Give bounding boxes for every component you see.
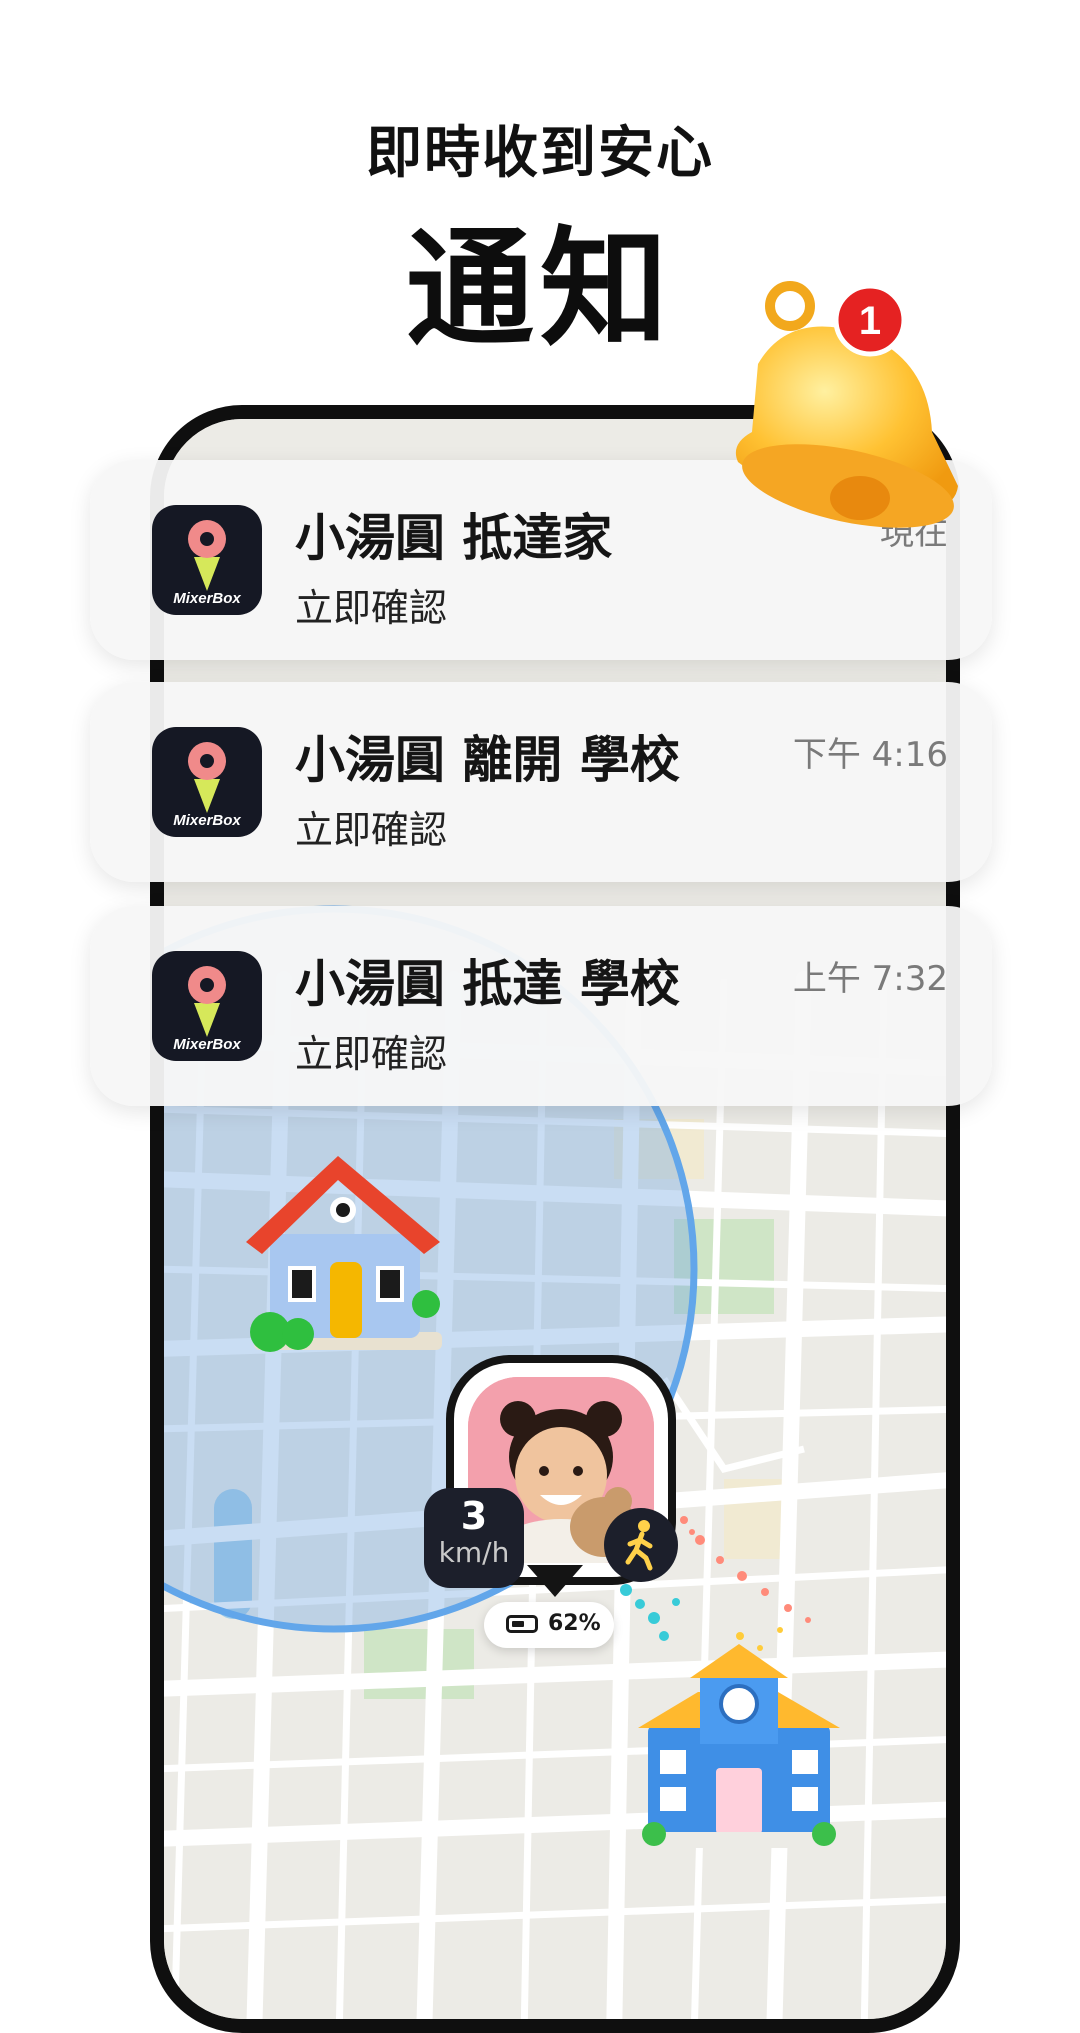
notification-subtitle: 立即確認 [295,1032,448,1076]
notification-card[interactable]: MixerBox 小湯圓 離開 學校 立即確認 下午 4:16 [90,682,992,882]
speed-value: 3 [460,1494,488,1538]
app-icon: MixerBox [152,727,262,837]
battery-badge: 62% [484,1602,614,1648]
battery-icon [506,1615,538,1633]
speed-unit: km/h [438,1536,510,1569]
notification-title: 小湯圓 抵達 學校 [295,955,680,1013]
notification-subtitle: 立即確認 [295,586,448,630]
battery-percent: 62% [548,1611,601,1636]
app-name: MixerBox [173,1036,241,1053]
app-name: MixerBox [173,812,241,829]
notification-card[interactable]: MixerBox 小湯圓 抵達 學校 立即確認 上午 7:32 [90,906,992,1106]
notification-time: 下午 4:16 [792,735,948,775]
app-icon: MixerBox [152,951,262,1061]
headline: 即時收到安心 [366,121,714,186]
speed-badge: 3 km/h [424,1488,524,1588]
notification-time: 上午 7:32 [792,959,948,999]
bell-badge-count: 1 [859,299,881,343]
home-marker[interactable] [240,1150,455,1355]
bell-icon: 1 [735,281,958,528]
walking-icon [604,1508,678,1582]
app-name: MixerBox [173,590,241,607]
notification-title: 小湯圓 抵達家 [295,509,613,567]
app-icon: MixerBox [152,505,262,615]
pin-pointer [527,1565,583,1597]
notification-title: 小湯圓 離開 學校 [295,731,680,789]
notification-subtitle: 立即確認 [295,808,448,852]
